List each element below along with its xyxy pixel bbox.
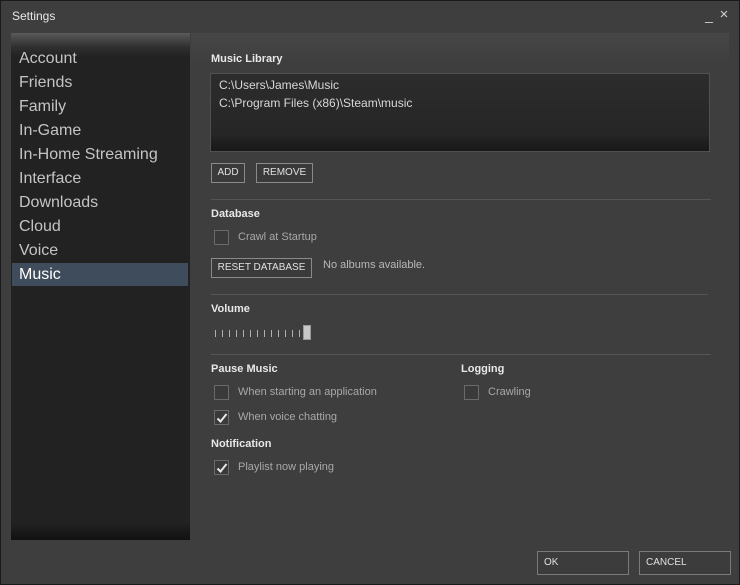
pause-music-header: Pause Music bbox=[211, 363, 278, 375]
remove-button[interactable]: REMOVE bbox=[256, 163, 313, 183]
pause-on-voice-chat-checkbox[interactable] bbox=[214, 410, 229, 425]
slider-tick bbox=[222, 330, 223, 337]
slider-tick bbox=[278, 330, 279, 337]
reset-database-button[interactable]: RESET DATABASE bbox=[211, 258, 312, 278]
slider-tick bbox=[215, 330, 216, 337]
ok-button[interactable]: OK bbox=[537, 551, 629, 575]
add-button[interactable]: ADD bbox=[211, 163, 245, 183]
checkmark-icon bbox=[216, 463, 228, 473]
window-title: Settings bbox=[12, 9, 56, 23]
slider-tick bbox=[285, 330, 286, 337]
slider-tick bbox=[292, 330, 293, 337]
pause-on-app-start-label: When starting an application bbox=[238, 386, 377, 398]
slider-tick bbox=[257, 330, 258, 337]
slider-tick bbox=[264, 330, 265, 337]
database-header: Database bbox=[211, 208, 260, 220]
sidebar-item-voice[interactable]: Voice bbox=[12, 239, 188, 262]
crawl-at-startup-checkbox[interactable] bbox=[214, 230, 229, 245]
list-item[interactable]: C:\Program Files (x86)\Steam\music bbox=[219, 96, 412, 110]
database-status: No albums available. bbox=[323, 259, 426, 271]
sidebar-item-downloads[interactable]: Downloads bbox=[12, 191, 188, 214]
crawl-at-startup-label: Crawl at Startup bbox=[238, 231, 317, 243]
slider-tick bbox=[250, 330, 251, 337]
slider-tick bbox=[271, 330, 272, 337]
music-library-list[interactable]: C:\Users\James\Music C:\Program Files (x… bbox=[210, 73, 710, 152]
sidebar-item-friends[interactable]: Friends bbox=[12, 71, 188, 94]
crawling-label: Crawling bbox=[488, 386, 531, 398]
slider-tick bbox=[229, 330, 230, 337]
title-bar[interactable]: Settings _ × bbox=[1, 1, 739, 31]
sidebar-item-music[interactable]: Music bbox=[12, 263, 188, 286]
sidebar-item-interface[interactable]: Interface bbox=[12, 167, 188, 190]
sidebar-item-account[interactable]: Account bbox=[12, 47, 188, 70]
checkmark-icon bbox=[216, 413, 228, 423]
music-library-header: Music Library bbox=[211, 53, 283, 65]
cancel-button[interactable]: CANCEL bbox=[639, 551, 731, 575]
volume-slider-thumb[interactable] bbox=[303, 325, 311, 340]
pause-on-voice-chat-label: When voice chatting bbox=[238, 411, 338, 423]
slider-tick bbox=[236, 330, 237, 337]
minimize-icon[interactable]: _ bbox=[702, 7, 716, 23]
notification-header: Notification bbox=[211, 438, 272, 450]
sidebar-item-cloud[interactable]: Cloud bbox=[12, 215, 188, 238]
crawling-checkbox[interactable] bbox=[464, 385, 479, 400]
logging-header: Logging bbox=[461, 363, 505, 375]
list-item[interactable]: C:\Users\James\Music bbox=[219, 78, 339, 92]
divider bbox=[211, 294, 708, 295]
volume-header: Volume bbox=[211, 303, 250, 315]
sidebar-item-family[interactable]: Family bbox=[12, 95, 188, 118]
pause-on-app-start-checkbox[interactable] bbox=[214, 385, 229, 400]
sidebar-item-in-game[interactable]: In-Game bbox=[12, 119, 188, 142]
slider-tick bbox=[243, 330, 244, 337]
close-icon[interactable]: × bbox=[717, 7, 731, 23]
playlist-now-playing-label: Playlist now playing bbox=[238, 461, 334, 473]
playlist-now-playing-checkbox[interactable] bbox=[214, 460, 229, 475]
settings-window: Settings _ × Account Friends Family In-G… bbox=[0, 0, 740, 585]
sidebar-item-in-home-streaming[interactable]: In-Home Streaming bbox=[12, 143, 188, 166]
slider-tick bbox=[299, 330, 300, 337]
divider bbox=[211, 354, 711, 355]
divider bbox=[211, 199, 711, 200]
settings-sidebar: Account Friends Family In-Game In-Home S… bbox=[11, 33, 190, 540]
